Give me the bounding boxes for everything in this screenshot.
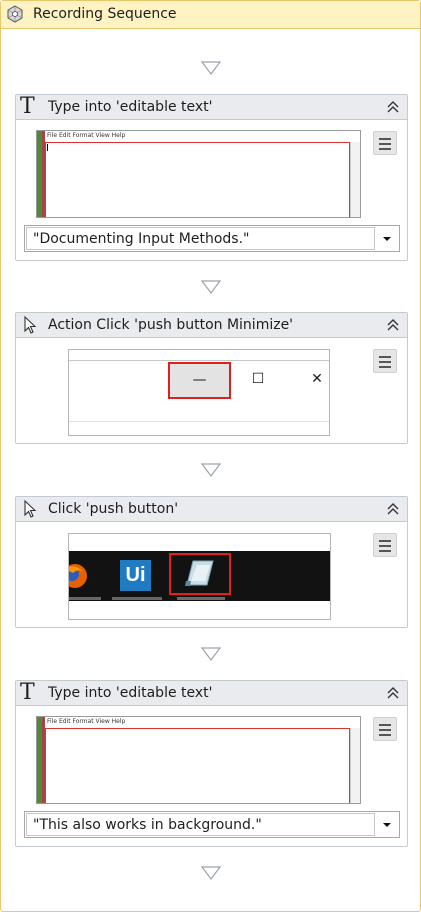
activity-type-into-2[interactable]: T Type into 'editable text' File Edit Fo… (15, 680, 408, 847)
minimize-glyph: — (168, 362, 231, 399)
activity-menu-button[interactable] (373, 131, 397, 155)
activity-header[interactable]: T Type into 'editable text' (16, 681, 407, 706)
activity-header[interactable]: Action Click 'push button Minimize' (16, 313, 407, 338)
text-input-combo[interactable]: "This also works in background." (24, 811, 400, 838)
drop-target-arrow-icon[interactable] (201, 463, 221, 477)
cursor-icon (24, 499, 37, 518)
activity-title: Action Click 'push button Minimize' (48, 317, 294, 333)
notepad-edit-area (45, 728, 350, 803)
collapse-chevron-icon[interactable] (385, 317, 401, 333)
notepad-scrollbar (350, 728, 360, 803)
dropdown-arrow-icon[interactable] (375, 226, 399, 251)
notepad-screenshot: File Edit Format View Help (36, 130, 361, 218)
sequence-title: Recording Sequence (33, 6, 177, 22)
activity-type-into-1[interactable]: T Type into 'editable text' File Edit Fo… (15, 94, 408, 261)
activity-click-minimize[interactable]: Action Click 'push button Minimize' — ☐ … (15, 312, 408, 444)
notepad-edit-area (45, 142, 350, 217)
app-icon (185, 560, 214, 586)
taskbar-screenshot: Ui (68, 533, 331, 620)
type-into-icon: T (20, 680, 35, 705)
notepad-menu: File Edit Format View Help (47, 718, 126, 725)
activity-menu-button[interactable] (373, 349, 397, 373)
text-input[interactable]: "Documenting Input Methods." (26, 227, 375, 250)
close-glyph: ✕ (311, 371, 323, 387)
text-input[interactable]: "This also works in background." (26, 813, 375, 836)
cursor-icon (24, 315, 37, 334)
dropdown-arrow-icon[interactable] (375, 812, 399, 837)
window-controls-screenshot: — ☐ ✕ (68, 349, 330, 436)
activity-title: Type into 'editable text' (48, 685, 213, 701)
drop-target-arrow-icon[interactable] (201, 61, 221, 75)
notepad-menu: File Edit Format View Help (47, 132, 126, 139)
maximize-glyph: ☐ (251, 371, 265, 387)
text-input-combo[interactable]: "Documenting Input Methods." (24, 225, 400, 252)
activity-menu-button[interactable] (373, 717, 397, 741)
activity-click-push-button[interactable]: Click 'push button' Ui (15, 496, 408, 628)
collapse-chevron-icon[interactable] (385, 501, 401, 517)
activity-menu-button[interactable] (373, 533, 397, 557)
firefox-icon (69, 564, 87, 588)
collapse-chevron-icon[interactable] (385, 685, 401, 701)
drop-target-arrow-icon[interactable] (201, 280, 221, 294)
activity-title: Click 'push button' (48, 501, 179, 517)
sequence-icon (7, 5, 23, 23)
uipath-logo: Ui (120, 560, 151, 591)
activity-title: Type into 'editable text' (48, 99, 213, 115)
notepad-screenshot: File Edit Format View Help (36, 716, 361, 804)
collapse-chevron-icon[interactable] (385, 99, 401, 115)
activity-header[interactable]: T Type into 'editable text' (16, 95, 407, 120)
drop-target-arrow-icon[interactable] (201, 866, 221, 880)
sequence-header[interactable]: Recording Sequence (1, 1, 420, 29)
recording-sequence: Recording Sequence T Type into 'editable… (0, 0, 421, 912)
notepad-scrollbar (350, 142, 360, 217)
drop-target-arrow-icon[interactable] (201, 647, 221, 661)
activity-header[interactable]: Click 'push button' (16, 497, 407, 522)
type-into-icon: T (20, 94, 35, 119)
